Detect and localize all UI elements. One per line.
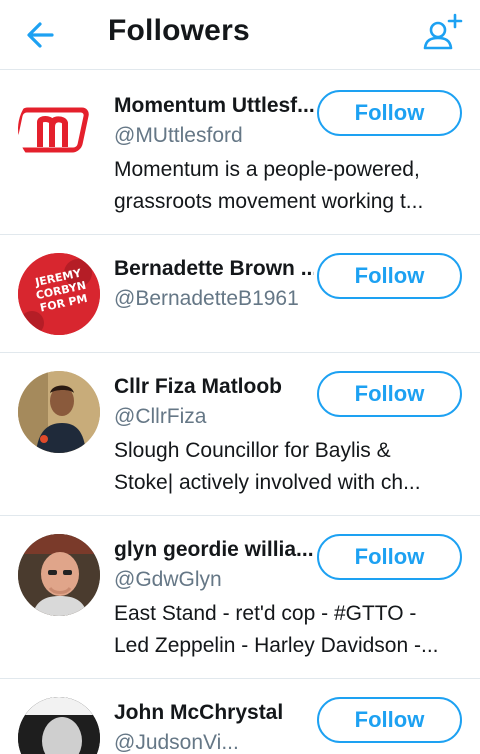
list-item[interactable]: John McChrystal @JudsonVi... Follow xyxy=(0,679,480,754)
list-item[interactable]: glyn geordie willia... @GdwGlyn East Sta… xyxy=(0,516,480,679)
follower-name[interactable]: glyn geordie willia... xyxy=(114,538,314,562)
follow-button[interactable]: Follow xyxy=(317,697,462,743)
arrow-left-icon xyxy=(27,22,54,48)
momentum-logo-icon xyxy=(18,107,89,153)
list-item[interactable]: Cllr Fiza Matloob @CllrFiza Slough Counc… xyxy=(0,353,480,516)
follower-name[interactable]: Cllr Fiza Matloob xyxy=(114,375,314,399)
follower-name[interactable]: Momentum Uttlesf... xyxy=(114,94,314,118)
follow-button[interactable]: Follow xyxy=(317,253,462,299)
follow-button[interactable]: Follow xyxy=(317,534,462,580)
follow-button[interactable]: Follow xyxy=(317,90,462,136)
avatar[interactable] xyxy=(18,534,100,616)
page-title: Followers xyxy=(108,14,250,47)
follower-bio: East Stand - ret'd cop - #GTTO - Led Zep… xyxy=(114,602,439,657)
follower-handle: @JudsonVi... xyxy=(114,731,239,754)
top-app-bar: Followers xyxy=(0,0,480,70)
list-item[interactable]: JEREMY CORBYN FOR PM Bernadette Brown ..… xyxy=(0,235,480,353)
follower-name[interactable]: John McChrystal xyxy=(114,701,314,725)
follower-handle: @GdwGlyn xyxy=(114,568,222,591)
add-user-icon xyxy=(423,13,463,50)
add-user-button[interactable] xyxy=(422,12,466,52)
follower-handle: @MUttlesford xyxy=(114,124,243,147)
avatar[interactable]: JEREMY CORBYN FOR PM xyxy=(18,253,100,335)
avatar[interactable] xyxy=(18,88,100,170)
follower-bio: Momentum is a people-powered, grassroots… xyxy=(114,158,424,213)
follower-name[interactable]: Bernadette Brown ... xyxy=(114,257,314,281)
follow-button[interactable]: Follow xyxy=(317,371,462,417)
followers-list: Momentum Uttlesf... @MUttlesford Momentu… xyxy=(0,70,480,754)
follower-bio: Slough Councillor for Baylis & Stoke| ac… xyxy=(114,439,421,494)
follower-handle: @BernadetteB1961 xyxy=(114,287,299,310)
list-item[interactable]: Momentum Uttlesf... @MUttlesford Momentu… xyxy=(0,70,480,235)
avatar[interactable] xyxy=(18,371,100,453)
avatar[interactable] xyxy=(18,697,100,754)
back-button[interactable] xyxy=(22,18,62,52)
follower-handle: @CllrFiza xyxy=(114,405,207,428)
